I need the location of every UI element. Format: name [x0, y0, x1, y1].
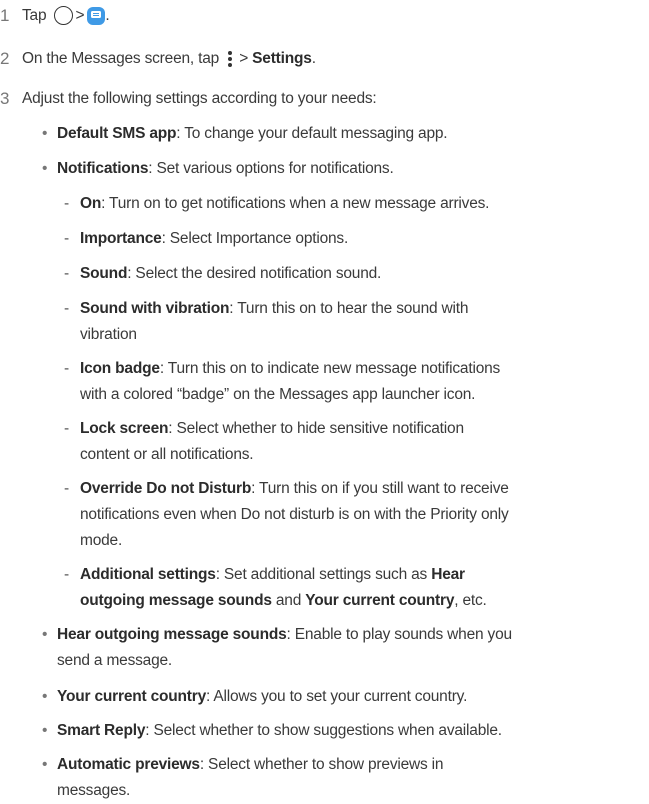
bullet-glyph: •: [42, 756, 48, 773]
desc-line-2: send a message.: [57, 652, 173, 669]
step-number: 1: [0, 6, 10, 25]
home-circle-icon: [53, 6, 73, 26]
term: Hear outgoing message sounds: [57, 626, 287, 643]
dash-glyph: -: [64, 195, 69, 212]
step-number: 3: [0, 89, 10, 108]
term: Additional settings: [80, 566, 216, 583]
bullet-glyph: •: [42, 160, 48, 177]
term: Notifications: [57, 160, 149, 177]
dash-glyph: -: [64, 360, 69, 377]
desc-line-1: : Turn this on to hear the sound with: [229, 300, 469, 317]
dash-glyph: -: [64, 265, 69, 282]
dash-glyph: -: [64, 230, 69, 247]
term: Sound with vibration: [80, 300, 230, 317]
desc-line-1: : Select whether to show previews in: [199, 756, 444, 773]
term: Automatic previews: [57, 756, 200, 773]
desc-line-2: notifications even when Do not disturb i…: [80, 506, 509, 523]
desc: : Set various options for notifications.: [148, 160, 394, 177]
and-text: and: [275, 592, 302, 609]
term: Your current country: [57, 688, 207, 705]
dash-glyph: -: [64, 480, 69, 497]
bullet-glyph: •: [42, 722, 48, 739]
desc: : To change your default messaging app.: [176, 125, 448, 142]
arrow-text: >: [239, 50, 249, 67]
desc: : Select whether to show suggestions whe…: [145, 722, 502, 739]
bullet-glyph: •: [42, 688, 48, 705]
step-number: 2: [0, 49, 10, 68]
etc-text: , etc.: [454, 592, 487, 609]
desc-line-1: : Set additional settings such as: [215, 566, 428, 583]
dash-glyph: -: [64, 420, 69, 437]
tap-text: Tap: [22, 7, 47, 24]
period-text: .: [105, 7, 110, 24]
term: Smart Reply: [57, 722, 146, 739]
desc: : Select Importance options.: [161, 230, 349, 247]
desc-line-3: mode.: [80, 532, 123, 549]
term: Sound: [80, 265, 128, 282]
desc-line-1: : Select whether to hide sensitive notif…: [168, 420, 464, 437]
more-options-icon: [227, 50, 233, 68]
step-pre: On the Messages screen, tap: [22, 50, 220, 67]
desc: : Select the desired notification sound.: [127, 265, 382, 282]
step-text: On the Messages screen, tap > Settings.: [22, 46, 635, 72]
desc-line-1: : Turn this on to indicate new message n…: [159, 360, 501, 377]
dash-glyph: -: [64, 566, 69, 583]
desc-line-1: : Enable to play sounds when you: [286, 626, 513, 643]
term: Override Do not Disturb: [80, 480, 252, 497]
settings-term: Settings: [252, 50, 312, 67]
desc-line-1: : Turn this on if you still want to rece…: [251, 480, 509, 497]
bold-outgoing: outgoing message sounds: [80, 592, 272, 609]
term: Icon badge: [80, 360, 160, 377]
desc-line-2: messages.: [57, 782, 131, 799]
bullet-glyph: •: [42, 626, 48, 643]
desc-line-2: content or all notifications.: [80, 446, 254, 463]
desc-line-2: vibration: [80, 326, 137, 343]
arrow-text: >: [75, 7, 85, 24]
step-text: Tap >.: [22, 3, 635, 29]
step-text: Adjust the following settings according …: [22, 90, 377, 107]
term: Importance: [80, 230, 162, 247]
period-text: .: [311, 50, 316, 67]
term: On: [80, 195, 102, 212]
bold-hear: Hear: [431, 566, 465, 583]
dash-glyph: -: [64, 300, 69, 317]
manual-page: 1 Tap >. 2 On the Messages screen, tap >…: [0, 0, 649, 804]
messages-app-icon: [87, 6, 106, 25]
term: Lock screen: [80, 420, 169, 437]
term: Default SMS app: [57, 125, 177, 142]
desc: : Allows you to set your current country…: [206, 688, 468, 705]
bold-country: Your current country: [305, 592, 455, 609]
bullet-glyph: •: [42, 125, 48, 142]
desc: : Turn on to get notifications when a ne…: [101, 195, 490, 212]
desc-line-2: with a colored “badge” on the Messages a…: [80, 386, 476, 403]
